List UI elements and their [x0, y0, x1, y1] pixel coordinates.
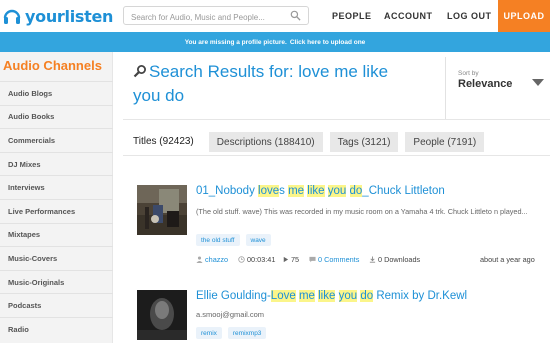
user-link[interactable]: chazzo — [205, 255, 228, 264]
logo-text: yourlisten — [25, 6, 114, 26]
tab-tags[interactable]: Tags (3121) — [329, 132, 399, 152]
sidebar-item-music-originals[interactable]: Music-Originals — [0, 269, 113, 294]
result-tabs: Titles (92423) Descriptions (188410) Tag… — [125, 132, 491, 156]
result-author-email: a.smooj@gmail.com — [196, 310, 265, 319]
sidebar-item-dj-mixes[interactable]: DJ Mixes — [0, 151, 113, 176]
sidebar-item-audio-blogs[interactable]: Audio Blogs — [0, 81, 113, 105]
chevron-down-icon — [532, 79, 544, 86]
sidebar-item-mixtapes[interactable]: Mixtapes — [0, 222, 113, 247]
sidebar: Audio Channels Audio Blogs Audio Books C… — [0, 52, 113, 343]
comments-link[interactable]: 0 Comments — [318, 255, 359, 264]
page-title-line2: you do — [133, 86, 185, 105]
title-part: _Chuck Littleton — [362, 185, 445, 197]
sidebar-item-interviews[interactable]: Interviews — [0, 175, 113, 199]
search-box — [123, 6, 309, 26]
tag-list: remix remixmp3 — [196, 327, 272, 339]
magnifier-icon — [133, 65, 146, 78]
tab-titles[interactable]: Titles (92423) — [125, 132, 202, 156]
top-header: yourlisten PEOPLE ACCOUNT LOG OUT UPLOAD — [0, 0, 550, 32]
upload-button[interactable]: UPLOAD — [498, 0, 550, 32]
headphones-logo-icon — [3, 9, 21, 24]
result-description: (The old stuff. wave) This was recorded … — [196, 207, 528, 216]
nav-people[interactable]: PEOPLE — [332, 0, 372, 32]
sidebar-item-podcasts[interactable]: Podcasts — [0, 293, 113, 317]
notice-text: You are missing a profile picture. — [184, 38, 287, 46]
tag[interactable]: the old stuff — [196, 234, 240, 246]
result-thumbnail[interactable] — [137, 185, 187, 235]
highlight: Love — [270, 290, 296, 302]
title-part: 01_Nobody — [196, 185, 259, 197]
page-title: Search Results for: love me like you do — [133, 60, 433, 108]
meta-user[interactable]: chazzo — [196, 255, 228, 264]
sidebar-item-commercials[interactable]: Commercials — [0, 128, 113, 152]
sidebar-item-radio[interactable]: Radio — [0, 316, 113, 341]
tag[interactable]: remixmp3 — [227, 327, 267, 339]
tab-people[interactable]: People (7191) — [405, 132, 485, 152]
comment-icon — [309, 256, 316, 263]
tag[interactable]: wave — [245, 234, 271, 246]
tag[interactable]: remix — [196, 327, 222, 339]
meta-downloads: 0 Downloads — [369, 255, 420, 264]
title-part: Remix by Dr.Kewl — [373, 290, 468, 302]
play-count: 75 — [291, 255, 300, 264]
sidebar-title: Audio Channels — [3, 58, 102, 73]
meta-comments[interactable]: 0 Comments — [309, 255, 359, 264]
result-meta: chazzo 00:03:41 75 0 Comments 0 Download… — [196, 255, 546, 266]
tag-list: the old stuff wave — [196, 234, 277, 246]
result-thumbnail[interactable] — [137, 290, 187, 340]
profile-notice-bar: You are missing a profile picture. Click… — [0, 32, 550, 52]
channel-list: Audio Blogs Audio Books Commercials DJ M… — [0, 81, 113, 341]
sort-dropdown[interactable]: Sort by Relevance — [445, 57, 550, 119]
meta-age: about a year ago — [480, 255, 535, 264]
highlight: you — [327, 185, 347, 197]
sidebar-item-music-covers[interactable]: Music-Covers — [0, 246, 113, 270]
download-count: 0 Downloads — [378, 255, 421, 264]
nav-account[interactable]: ACCOUNT — [384, 0, 433, 32]
sidebar-item-audio-books[interactable]: Audio Books — [0, 104, 113, 129]
highlight: love — [258, 185, 280, 197]
result-title[interactable]: Ellie Goulding-Love me like you do Remix… — [196, 290, 467, 302]
search-icon[interactable] — [290, 10, 301, 21]
divider — [123, 119, 550, 120]
search-input[interactable] — [124, 9, 284, 26]
highlight: do — [360, 290, 374, 302]
upload-picture-link[interactable]: Click here to upload one — [290, 39, 365, 46]
highlight: like — [318, 290, 336, 302]
tab-descriptions[interactable]: Descriptions (188410) — [208, 132, 323, 152]
nav-logout[interactable]: LOG OUT — [447, 0, 492, 32]
page-title-line1: Search Results for: love me like — [149, 62, 389, 81]
duration: 00:03:41 — [247, 255, 276, 264]
download-icon — [369, 256, 376, 263]
sidebar-item-live-performances[interactable]: Live Performances — [0, 198, 113, 223]
meta-duration: 00:03:41 — [238, 255, 275, 264]
tab-divider — [123, 155, 550, 156]
highlight: do — [349, 185, 363, 197]
highlight: like — [307, 185, 325, 197]
meta-plays: 75 — [282, 255, 299, 264]
user-icon — [196, 256, 203, 263]
clock-icon — [238, 256, 245, 263]
highlight: you — [338, 290, 358, 302]
highlight: me — [298, 290, 315, 302]
highlight: me — [288, 185, 305, 197]
title-part: Ellie Goulding- — [196, 290, 271, 302]
title-part: s — [279, 185, 289, 197]
result-title[interactable]: 01_Nobody loves me like you do_Chuck Lit… — [196, 185, 445, 197]
sort-value: Relevance — [458, 78, 513, 90]
play-icon — [283, 256, 289, 263]
sort-label: Sort by — [458, 70, 479, 77]
logo[interactable]: yourlisten — [2, 5, 113, 27]
